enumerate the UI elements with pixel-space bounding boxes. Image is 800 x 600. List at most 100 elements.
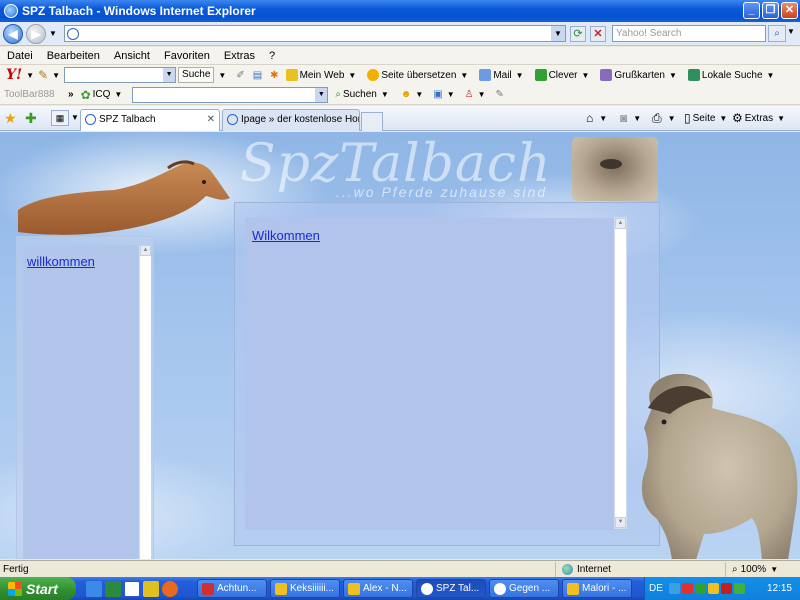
refresh-button[interactable]: ⟳ bbox=[570, 26, 586, 42]
minimize-button[interactable]: _ bbox=[743, 2, 760, 19]
search-icon[interactable]: ⌕ bbox=[768, 25, 786, 42]
new-tab-button[interactable] bbox=[361, 112, 383, 131]
my-web-icon bbox=[285, 69, 298, 81]
screen-icon[interactable]: ▣ bbox=[433, 89, 442, 100]
home-button[interactable]: ⌂ ▼ bbox=[586, 111, 611, 125]
search-options-dropdown-icon[interactable]: ▼ bbox=[787, 27, 795, 36]
scroll-up-icon[interactable]: ▲ bbox=[615, 218, 626, 229]
taskbar-item[interactable]: Alex - N... bbox=[343, 579, 413, 598]
zoom-control[interactable]: ⌕ 100% ▼ bbox=[725, 561, 782, 577]
taskbar-item[interactable]: Malori - ... bbox=[562, 579, 632, 598]
person-icon[interactable]: ♙ bbox=[465, 89, 474, 100]
main-panel bbox=[234, 202, 660, 546]
page-menu-button[interactable]: ▯ Seite ▼ bbox=[684, 111, 731, 125]
taskbar-item[interactable]: Achtun... bbox=[197, 579, 267, 598]
volume-icon[interactable] bbox=[694, 583, 706, 594]
menu-favorites[interactable]: Favoriten bbox=[157, 50, 217, 62]
antivirus-icon[interactable] bbox=[720, 583, 732, 594]
mail-button[interactable]: Mail ▼ bbox=[479, 69, 527, 81]
history-dropdown-icon[interactable]: ▼ bbox=[49, 29, 57, 38]
language-indicator[interactable]: DE bbox=[649, 583, 663, 594]
yahoo-menu-dropdown-icon[interactable]: ▼ bbox=[26, 71, 34, 80]
favorites-star-icon[interactable]: ★ bbox=[4, 110, 17, 127]
add-favorite-icon[interactable]: ✚ bbox=[25, 110, 37, 127]
internet-explorer-icon bbox=[85, 114, 96, 125]
taskbar-item[interactable]: Keksiiiiii... bbox=[270, 579, 340, 598]
yahoo-toolbar-search-input[interactable]: ▼ bbox=[64, 67, 177, 83]
chevron-icon[interactable]: » bbox=[68, 89, 74, 100]
close-button[interactable]: ✕ bbox=[781, 2, 798, 19]
forward-button[interactable]: ▶ bbox=[26, 23, 46, 44]
stop-button[interactable]: ✕ bbox=[590, 26, 606, 42]
toolbar888-search-input[interactable]: ▼ bbox=[132, 86, 329, 103]
status-bar: Fertig Internet ⌕ 100% ▼ bbox=[0, 560, 800, 577]
shield-icon[interactable] bbox=[681, 583, 693, 594]
highlighter-icon[interactable]: ✐ bbox=[236, 70, 244, 81]
task-icon bbox=[348, 582, 360, 595]
menu-view[interactable]: Ansicht bbox=[107, 50, 157, 62]
sidebar-scrollbar[interactable]: ▲ bbox=[139, 245, 151, 559]
taskbar-item-active[interactable]: SPZ Tal... bbox=[416, 579, 486, 598]
clock[interactable]: 12:15 bbox=[767, 583, 792, 594]
address-input[interactable]: ▼ bbox=[64, 25, 566, 42]
word-icon[interactable] bbox=[124, 580, 140, 597]
addon-icon[interactable]: ✱ bbox=[270, 70, 278, 81]
smiley-icon[interactable]: ☻ bbox=[401, 89, 412, 100]
search-button-dropdown-icon[interactable]: ▼ bbox=[218, 71, 226, 80]
translate-button[interactable]: Seite übersetzen ▼ bbox=[367, 69, 472, 81]
messenger-status-icon[interactable] bbox=[733, 583, 745, 594]
icq-button[interactable]: ✿ ICQ ▼ bbox=[81, 88, 127, 102]
magnifier-icon: ⌕ bbox=[335, 89, 341, 100]
eraser-icon[interactable]: ✎ bbox=[496, 89, 504, 100]
form-icon[interactable]: ▤ bbox=[253, 70, 262, 81]
clever-label: Clever bbox=[548, 69, 578, 81]
internet-explorer-icon[interactable] bbox=[86, 580, 102, 597]
clever-button[interactable]: Clever ▼ bbox=[534, 69, 594, 81]
tab-list-dropdown-icon[interactable]: ▼ bbox=[71, 113, 79, 122]
firefox-icon[interactable] bbox=[162, 580, 178, 597]
dropdown-icon[interactable]: ▼ bbox=[315, 87, 328, 102]
update-icon[interactable] bbox=[707, 583, 719, 594]
zoom-dropdown-icon[interactable]: ▼ bbox=[770, 565, 778, 574]
address-dropdown-icon[interactable]: ▼ bbox=[551, 26, 565, 41]
sidebar-frame: ▲ bbox=[23, 245, 151, 559]
feeds-button[interactable]: ◙ ▼ bbox=[620, 111, 645, 125]
menu-tools[interactable]: Extras bbox=[217, 50, 262, 62]
scroll-up-icon[interactable]: ▲ bbox=[140, 245, 151, 256]
maximize-button[interactable]: ❐ bbox=[762, 2, 779, 19]
print-button[interactable]: ⎙ ▼ bbox=[652, 111, 680, 126]
tab-ipage[interactable]: Ipage » der kostenlose Hom... bbox=[222, 109, 360, 131]
my-web-button[interactable]: Mein Web ▼ bbox=[285, 69, 361, 81]
back-button[interactable]: ◀ bbox=[3, 23, 23, 44]
greeting-cards-button[interactable]: Grußkarten ▼ bbox=[600, 69, 681, 81]
dropdown-icon[interactable]: ▼ bbox=[163, 68, 176, 82]
tab-spz-talbach[interactable]: SPZ Talbach ✕ bbox=[80, 109, 220, 131]
pencil-dropdown-icon[interactable]: ▼ bbox=[52, 71, 60, 80]
pencil-icon[interactable]: ✎ bbox=[38, 68, 48, 82]
taskbar-item[interactable]: Gegen ... bbox=[489, 579, 559, 598]
tools-menu-button[interactable]: ⚙ Extras ▼ bbox=[732, 111, 789, 125]
local-search-button[interactable]: Lokale Suche ▼ bbox=[687, 69, 779, 81]
menu-edit[interactable]: Bearbeiten bbox=[40, 50, 107, 62]
main-link-wilkommen[interactable]: Wilkommen bbox=[252, 228, 320, 243]
excel-icon[interactable] bbox=[105, 580, 121, 597]
greeting-cards-label: Grußkarten bbox=[614, 69, 665, 81]
start-button[interactable]: Start bbox=[0, 577, 76, 600]
sidebar-link-willkommen[interactable]: willkommen bbox=[27, 254, 95, 269]
messenger-icon[interactable] bbox=[143, 580, 159, 597]
menu-file[interactable]: Datei bbox=[0, 50, 40, 62]
search-button[interactable]: ⌕ Suchen ▼ bbox=[335, 89, 392, 100]
close-tab-icon[interactable]: ✕ bbox=[207, 110, 215, 130]
mail-label: Mail bbox=[493, 69, 512, 81]
quick-tabs-icon[interactable]: ▦ bbox=[51, 110, 69, 126]
yahoo-search-input[interactable]: Yahoo! Search bbox=[612, 25, 766, 42]
yahoo-logo-icon[interactable]: Y! bbox=[6, 67, 22, 83]
tab-label: SPZ Talbach bbox=[99, 114, 156, 125]
taskbar: Start Achtun... Keksiiiiii... Alex - N..… bbox=[0, 577, 800, 600]
network-icon[interactable] bbox=[668, 583, 680, 594]
menu-help[interactable]: ? bbox=[262, 50, 282, 62]
page-icon: ▯ bbox=[684, 111, 691, 125]
yahoo-search-button[interactable]: Suche bbox=[178, 67, 215, 83]
window-controls: _ ❐ ✕ bbox=[743, 2, 798, 19]
security-zone[interactable]: Internet bbox=[555, 561, 725, 577]
